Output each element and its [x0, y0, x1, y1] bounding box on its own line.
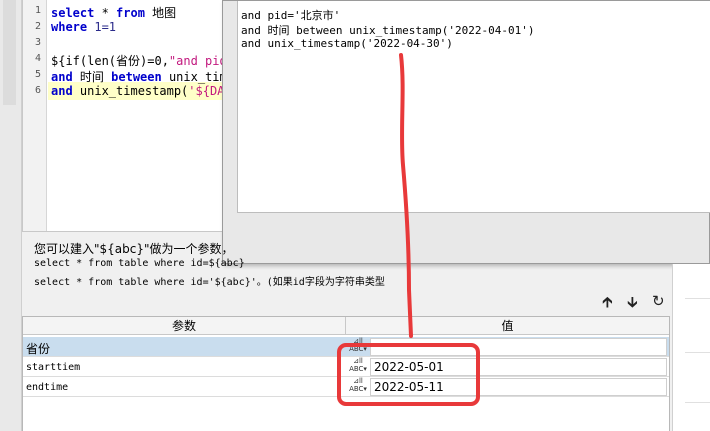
refresh-icon[interactable]: ↻	[652, 292, 665, 310]
line-number: 3	[34, 37, 41, 48]
left-panel-strip	[0, 0, 22, 431]
line-number: 6	[34, 85, 41, 96]
hint-line: select * from table where id='${abc}'。(如…	[34, 277, 385, 288]
hint-title: 您可以建入"${abc}"做为一个参数，	[34, 242, 234, 256]
param-name: endtime	[26, 382, 69, 393]
right-side-panel	[672, 264, 710, 431]
line-number-gutter	[23, 0, 47, 231]
param-name: 省份	[26, 342, 51, 356]
column-header-param[interactable]: 参数	[23, 317, 346, 335]
code-line: select * from 地图	[51, 6, 177, 20]
preview-line: and pid='北京市'	[241, 9, 341, 22]
line-number: 2	[34, 21, 41, 32]
param-name: starttiem	[26, 362, 81, 373]
left-scroll-thumb[interactable]	[3, 0, 16, 105]
arrow-up-icon[interactable]: 🡱	[602, 292, 613, 317]
code-line: and unix_timestamp('${DA	[51, 84, 225, 98]
arrow-down-icon[interactable]: 🡳	[627, 292, 638, 317]
column-header-value[interactable]: 值	[346, 317, 669, 335]
line-number: 4	[34, 53, 41, 64]
sql-preview-popup: and pid='北京市' and 时间 between unix_timest…	[222, 0, 710, 264]
preview-text-area[interactable]: and pid='北京市' and 时间 between unix_timest…	[237, 1, 710, 213]
line-number: 5	[34, 69, 41, 80]
code-line: where 1=1	[51, 20, 117, 34]
hint-line: select * from table where id=${abc}	[34, 258, 245, 269]
code-line: ${if(len(省份)=0,"and pid	[51, 54, 227, 68]
annotation-highlight-box	[337, 343, 480, 406]
code-line: and 时间 between unix_tim	[51, 70, 227, 84]
sql-editor[interactable]: 1 2 3 4 5 6 select * from 地图 where 1=1 $…	[22, 0, 234, 232]
preview-line: and 时间 between unix_timestamp('2022-04-0…	[241, 24, 535, 37]
line-number: 1	[34, 5, 41, 16]
preview-line: and unix_timestamp('2022-04-30')	[241, 37, 453, 50]
